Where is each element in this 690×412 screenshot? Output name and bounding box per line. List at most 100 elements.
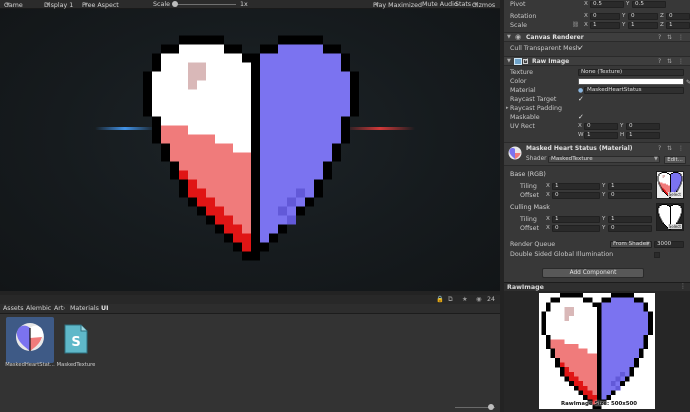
scale-z-field[interactable]: 1 [666, 22, 690, 29]
color-field[interactable] [578, 78, 684, 85]
heart-pixel [658, 180, 660, 182]
heart-pixel [610, 325, 616, 331]
pivot-y-field[interactable]: 0.5 [632, 1, 666, 8]
heart-pixel [350, 80, 359, 90]
game-view[interactable] [0, 9, 500, 291]
base-tiling-x[interactable]: 1 [552, 183, 600, 190]
heart-pixel [620, 357, 625, 363]
cull-offset-y[interactable]: 0 [608, 225, 652, 232]
star-icon[interactable]: ★ [462, 296, 468, 303]
stats-toggle[interactable]: Stats [455, 1, 471, 8]
base-tiling-y[interactable]: 1 [608, 183, 652, 190]
heart-pixel [624, 362, 630, 368]
cull-offset-x[interactable]: 0 [552, 225, 600, 232]
uv-x-field[interactable]: 0 [584, 123, 618, 130]
rotation-y-field[interactable]: 0 [628, 13, 658, 20]
cull-tiling-y[interactable]: 1 [608, 216, 652, 223]
heart-pixel [678, 213, 680, 215]
heart-pixel [215, 125, 225, 135]
breadcrumb-ui[interactable]: UI [101, 305, 108, 313]
heart-pixel [569, 348, 574, 354]
uv-w-field[interactable]: 1 [584, 132, 618, 139]
material-preview-icon [508, 146, 522, 160]
scale-slider-handle[interactable] [172, 1, 178, 7]
heart-pixel [559, 344, 565, 349]
select-button[interactable]: Select [667, 224, 682, 229]
render-queue-value[interactable]: 3000 [654, 241, 684, 248]
enabled-checkbox[interactable]: ✓ [523, 57, 529, 64]
link-icon[interactable]: ⛓ [572, 21, 579, 30]
icon-size-slider-handle[interactable] [488, 404, 494, 410]
heart-pixel [679, 176, 681, 178]
breadcrumb-art[interactable]: Art [54, 305, 63, 313]
shader-icon[interactable]: S [62, 324, 90, 354]
rotation-z-field[interactable]: 0 [666, 13, 690, 20]
base-texture-slot[interactable]: Select [656, 171, 684, 199]
heart-pixel [670, 180, 672, 182]
chevron-right-icon[interactable]: ▸ [506, 104, 509, 113]
axis-x-label: X [584, 13, 588, 19]
heart-pixel [206, 143, 216, 153]
uv-h-field[interactable]: 1 [626, 132, 660, 139]
heart-pixel [305, 179, 315, 189]
heart-pixel [629, 320, 635, 326]
heart-pixel [597, 316, 602, 321]
edit-shader-button[interactable]: Edit... [664, 156, 686, 164]
canvas-renderer-header[interactable]: ▼ ◉ Canvas Renderer ? ⇅ ⋮ [504, 32, 690, 42]
texture-field[interactable]: None (Texture) [578, 69, 684, 76]
lock-icon[interactable]: 🔒 [436, 296, 444, 303]
eye-icon[interactable]: ◉ [476, 296, 482, 303]
axis-y-label: Y [620, 123, 624, 129]
heart-pixel [662, 222, 664, 224]
chevron-down-icon[interactable]: ▼ [507, 58, 511, 64]
scale-slider-track[interactable] [174, 4, 236, 5]
cull-transparent-checkbox[interactable] [578, 44, 584, 53]
scale-x-field[interactable]: 1 [590, 22, 620, 29]
asset-name-maskedtexture[interactable]: MaskedTexture [46, 362, 106, 368]
pivot-x-field[interactable]: 0.5 [590, 1, 624, 8]
component-menu-icons[interactable]: ? ⇅ ⋮ [658, 58, 686, 65]
cull-tiling-x[interactable]: 1 [552, 216, 600, 223]
shader-dropdown[interactable]: MaskedTexture [548, 156, 660, 163]
heart-pixel [676, 213, 678, 215]
base-offset-y[interactable]: 0 [608, 192, 652, 199]
rotation-x-field[interactable]: 0 [590, 13, 620, 20]
heart-pixel [681, 180, 683, 182]
raycast-padding-row[interactable]: ▸ Raycast Padding [506, 104, 562, 113]
more-options-icon[interactable]: ⋮ [680, 283, 686, 290]
heart-pixel [573, 311, 579, 317]
heart-pixel [679, 175, 681, 177]
select-button[interactable]: Select [667, 192, 682, 197]
heart-pixel [665, 212, 667, 214]
maskable-label: Maskable [510, 114, 540, 121]
material-header[interactable]: Masked Heart Status (Material) ? ⇅ ⋮ Sha… [504, 142, 690, 166]
heart-pixel [564, 339, 570, 345]
heart-pixel [224, 170, 234, 180]
chevron-down-icon[interactable]: ▼ [507, 34, 511, 40]
base-offset-x[interactable]: 0 [552, 192, 600, 199]
material-heart-icon[interactable] [13, 320, 47, 354]
heart-shade-pixel [620, 371, 625, 377]
heart-pixel [678, 180, 680, 182]
maskable-checkbox[interactable] [578, 113, 584, 122]
raycast-target-checkbox[interactable] [578, 95, 584, 104]
heart-pixel [179, 143, 189, 153]
filter-icon[interactable]: ⧉ [448, 296, 453, 303]
heart-pixel [545, 316, 551, 321]
material-field[interactable]: MaskedHeartStatus [584, 87, 684, 94]
component-menu-icons[interactable]: ? ⇅ ⋮ [658, 145, 686, 152]
uv-y-field[interactable]: 0 [626, 123, 660, 130]
scale-y-field[interactable]: 1 [628, 22, 658, 29]
heart-pixel [152, 80, 162, 90]
heart-pixel [610, 320, 616, 326]
add-component-button[interactable]: Add Component [542, 268, 644, 278]
heart-pixel [672, 214, 674, 216]
heart-pixel [629, 353, 635, 359]
culling-texture-slot[interactable]: Select [656, 203, 684, 231]
raw-image-header[interactable]: ▼ ✓ Raw Image ? ⇅ ⋮ [504, 56, 690, 66]
mute-audio-toggle[interactable]: Mute Audio [422, 1, 458, 8]
dsgi-checkbox[interactable] [654, 252, 660, 258]
heart-pixel [161, 80, 171, 90]
heart-pixel [251, 143, 261, 153]
component-menu-icons[interactable]: ? ⇅ ⋮ [658, 34, 686, 41]
